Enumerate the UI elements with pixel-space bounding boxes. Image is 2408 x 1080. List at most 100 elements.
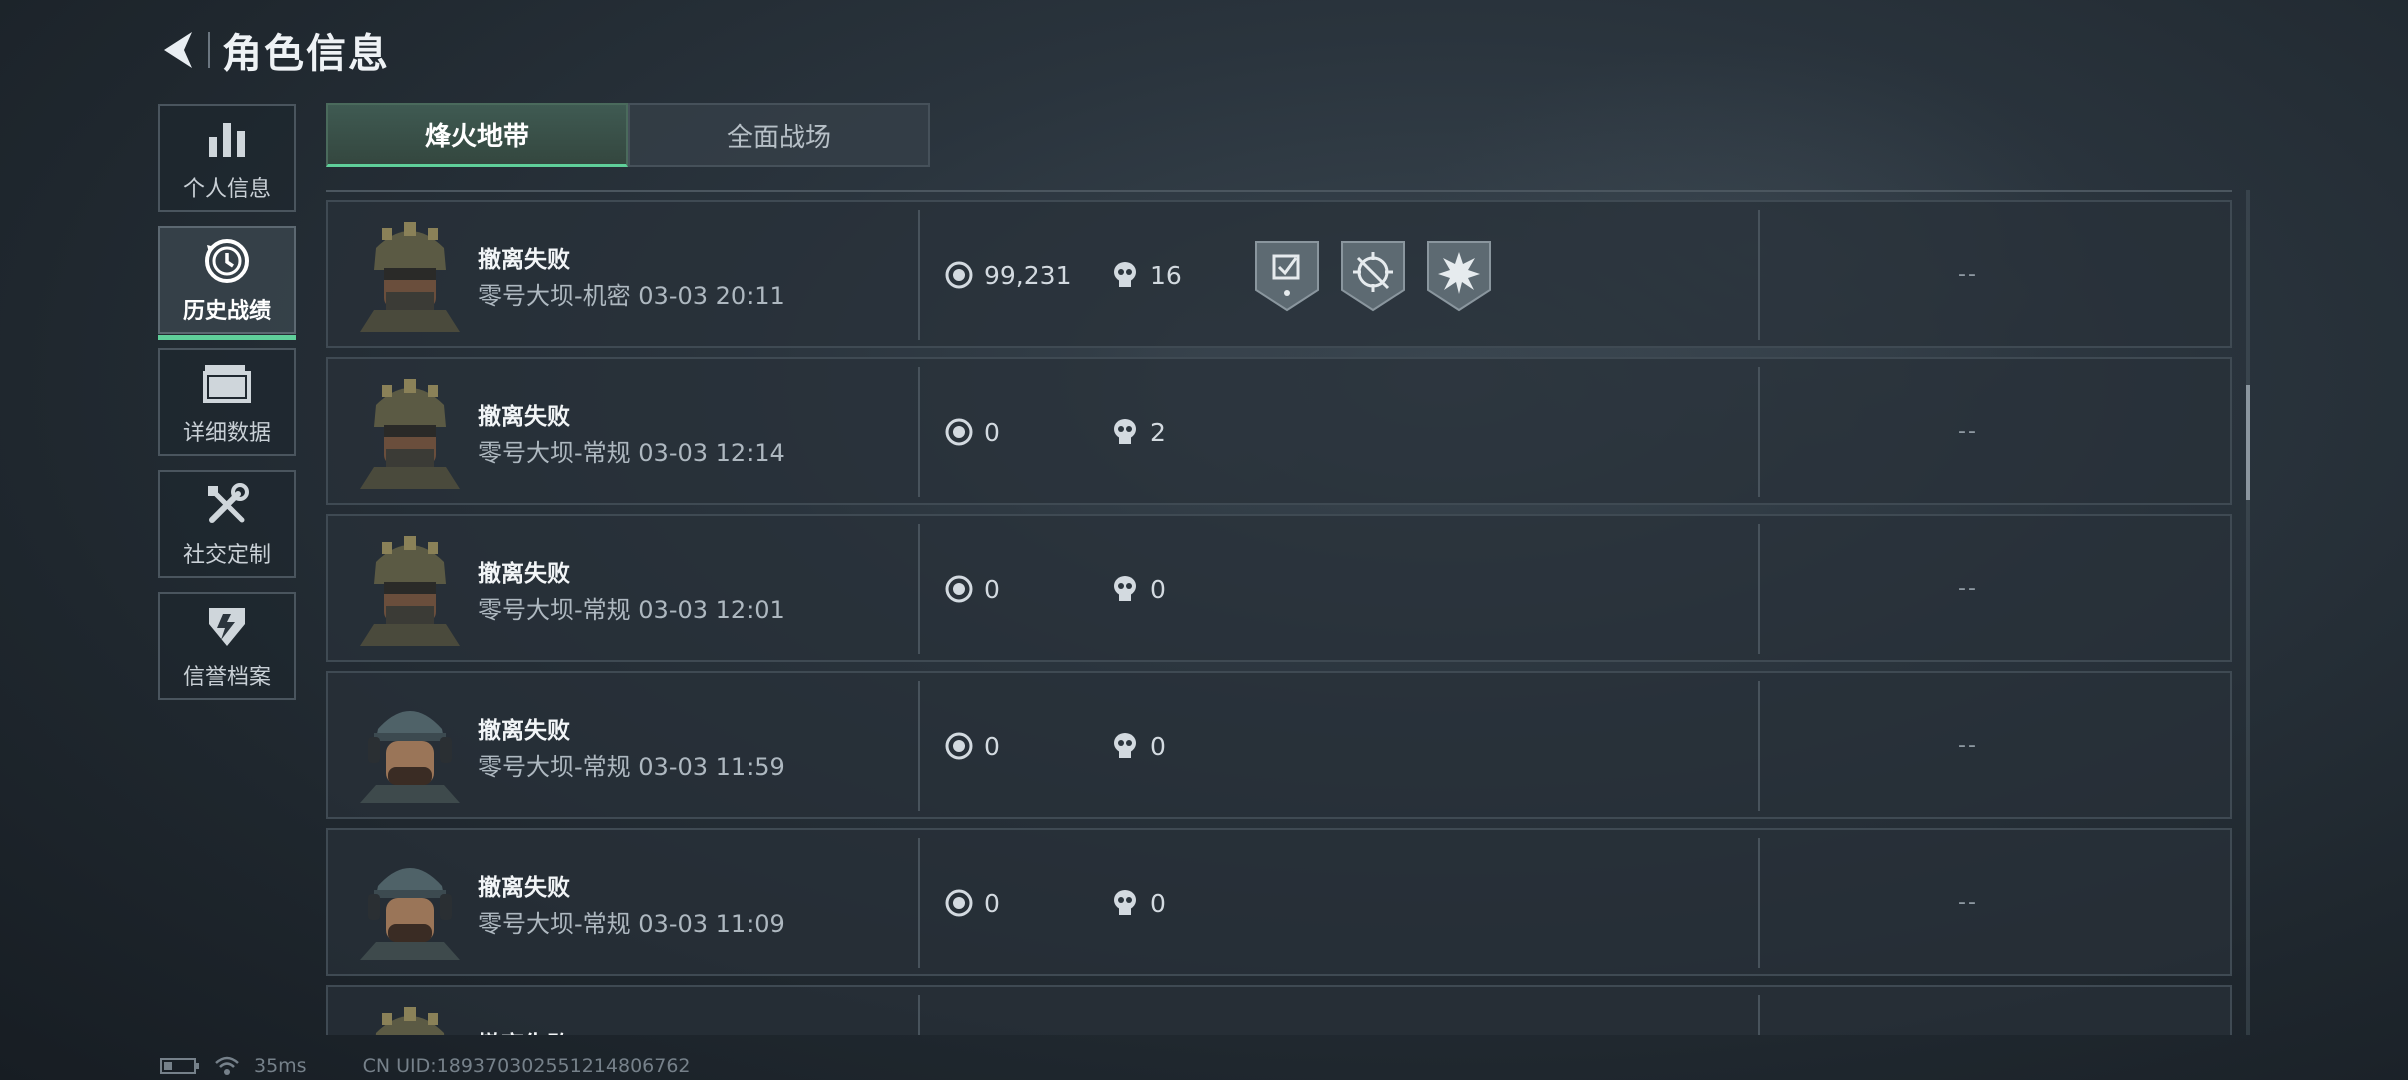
coins-stat: 0 [944, 731, 1000, 761]
coins-value: 0 [984, 574, 1000, 604]
match-record-row[interactable]: 撤离失败 零号大坝-机密 03-03 20:11 99,231 16 -- [326, 200, 2232, 348]
target-badge-icon [1340, 238, 1406, 312]
column-divider [918, 838, 920, 968]
sidebar-item-label: 社交定制 [182, 543, 271, 568]
match-map-time: 零号大坝-常规 03-03 11:09 [478, 910, 785, 938]
status-footer: 35ms CN UID:18937030255121480​6762 [160, 1054, 691, 1078]
kills-value: 16 [1150, 260, 1182, 290]
match-result: 撤离失败 [478, 561, 570, 587]
extra-info: -- [1958, 262, 1978, 287]
match-result: 撤离失败 [478, 875, 570, 901]
history-clock-icon [201, 235, 253, 287]
operator-avatar [354, 375, 466, 489]
column-divider [918, 367, 920, 497]
match-record-row[interactable]: 撤离失败 零号大坝-常规 03-03 12:01 0 0 -- [326, 514, 2232, 662]
kills-value: 0 [1150, 574, 1166, 604]
coin-icon [944, 731, 974, 761]
kills-stat: 16 [1110, 260, 1182, 290]
page-header: 角色信息 [158, 22, 390, 78]
sidebar-item-label: 信誉档案 [182, 665, 271, 690]
coin-icon [944, 260, 974, 290]
tab-full-battlefield[interactable]: 全面战场 [628, 103, 930, 167]
extra-info: -- [1958, 419, 1978, 444]
column-divider [1758, 681, 1760, 811]
user-uid: CN UID:18937030255121480​6762 [362, 1055, 691, 1077]
skull-icon [1110, 417, 1140, 447]
kills-value: 0 [1150, 731, 1166, 761]
sidebar-item-label: 详细数据 [182, 421, 271, 446]
operator-avatar [354, 846, 466, 960]
column-divider [1758, 838, 1760, 968]
kills-stat: 0 [1110, 731, 1166, 761]
coin-icon [944, 417, 974, 447]
coins-value: 99,231 [984, 260, 1072, 290]
skull-icon [1110, 731, 1140, 761]
match-map-time: 零号大坝-常规 03-03 11:59 [478, 753, 785, 781]
kills-value: 0 [1150, 888, 1166, 918]
match-record-row[interactable]: 撤离失败 [326, 985, 2232, 1035]
extra-info: -- [1958, 890, 1978, 915]
coins-stat: 99,231 [944, 260, 1071, 290]
match-record-row[interactable]: 撤离失败 零号大坝-常规 03-03 12:14 0 2 -- [326, 357, 2232, 505]
sidebar-item-social-custom[interactable]: 社交定制 [158, 470, 296, 578]
column-divider [918, 995, 920, 1035]
match-map-time: 零号大坝-机密 03-03 20:11 [478, 282, 785, 310]
tab-hazard-zone[interactable]: 烽火地带 [326, 103, 628, 167]
column-divider [918, 524, 920, 654]
achievement-badges [1254, 238, 1512, 312]
sidebar-item-label: 个人信息 [182, 177, 271, 202]
bar-chart-icon [201, 113, 253, 165]
skull-icon [1110, 574, 1140, 604]
coins-stat: 0 [944, 888, 1000, 918]
scrollbar-track[interactable] [2246, 190, 2250, 1035]
coin-icon [944, 888, 974, 918]
match-record-row[interactable]: 撤离失败 零号大坝-常规 03-03 11:09 0 0 -- [326, 828, 2232, 976]
battery-icon [160, 1056, 200, 1076]
sidebar-item-match-history[interactable]: 历史战绩 [158, 226, 296, 340]
column-divider [1758, 524, 1760, 654]
back-arrow-icon[interactable] [158, 26, 202, 74]
sidebar-item-personal-info[interactable]: 个人信息 [158, 104, 296, 212]
mode-tabs: 烽火地带 全面战场 [326, 103, 930, 167]
sidebar-item-credit-record[interactable]: 信誉档案 [158, 592, 296, 700]
tools-icon [201, 479, 253, 531]
match-record-row[interactable]: 撤离失败 零号大坝-常规 03-03 11:59 0 0 -- [326, 671, 2232, 819]
sidebar-item-detailed-data[interactable]: 详细数据 [158, 348, 296, 456]
operator-avatar [354, 1003, 466, 1035]
match-result: 撤离失败 [478, 247, 570, 273]
operator-avatar [354, 689, 466, 803]
scrollbar-thumb[interactable] [2246, 385, 2250, 500]
wifi-icon [214, 1055, 240, 1077]
medal-badge-icon [1254, 238, 1320, 312]
coins-value: 0 [984, 417, 1000, 447]
coins-value: 0 [984, 731, 1000, 761]
coins-stat: 0 [944, 574, 1000, 604]
extra-info: -- [1958, 576, 1978, 601]
folder-icon [201, 357, 253, 409]
page-title: 角色信息 [222, 31, 390, 77]
column-divider [918, 681, 920, 811]
match-map-time: 零号大坝-常规 03-03 12:01 [478, 596, 785, 624]
column-divider [1758, 210, 1760, 340]
match-result: 撤离失败 [478, 1025, 570, 1035]
match-result: 撤离失败 [478, 718, 570, 744]
column-divider [918, 210, 920, 340]
coins-value: 0 [984, 888, 1000, 918]
kills-value: 2 [1150, 417, 1166, 447]
kills-stat: 2 [1110, 417, 1166, 447]
coins-stat: 0 [944, 417, 1000, 447]
explosion-badge-icon [1426, 238, 1492, 312]
sidebar: 个人信息 历史战绩 详细数据 社交定制 信誉档案 [158, 104, 296, 714]
kills-stat: 0 [1110, 574, 1166, 604]
column-divider [1758, 995, 1760, 1035]
list-divider [326, 190, 2232, 192]
sidebar-item-label: 历史战绩 [182, 299, 271, 324]
column-divider [1758, 367, 1760, 497]
skull-icon [1110, 260, 1140, 290]
header-divider [208, 32, 210, 68]
match-map-time: 零号大坝-常规 03-03 12:14 [478, 439, 785, 467]
match-history-list: 撤离失败 零号大坝-机密 03-03 20:11 99,231 16 -- 撤离… [326, 200, 2232, 1035]
skull-icon [1110, 888, 1140, 918]
operator-avatar [354, 218, 466, 332]
extra-info: -- [1958, 733, 1978, 758]
